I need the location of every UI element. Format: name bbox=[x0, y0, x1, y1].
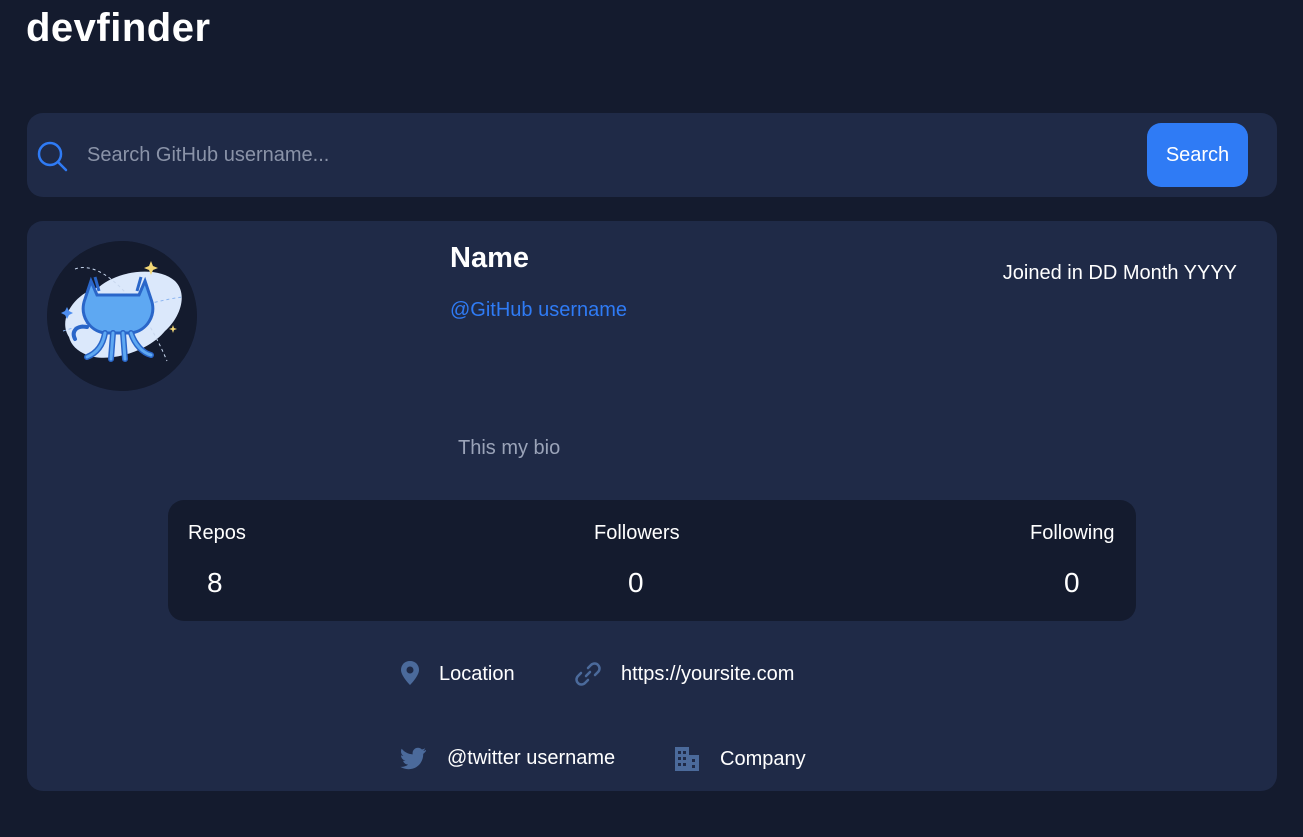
avatar bbox=[47, 241, 197, 391]
followers-value: 0 bbox=[628, 567, 644, 598]
octocat-avatar-icon bbox=[47, 241, 197, 391]
repos-value: 8 bbox=[207, 567, 223, 598]
search-icon bbox=[37, 141, 68, 172]
joined-date: Joined in DD Month YYYY bbox=[1002, 262, 1237, 284]
building-icon bbox=[675, 747, 699, 771]
profile-name: Name bbox=[450, 242, 529, 274]
stats-box bbox=[168, 500, 1136, 621]
twitter-icon bbox=[400, 747, 426, 770]
location-pin-icon bbox=[401, 661, 419, 685]
location-text: Location bbox=[439, 663, 515, 685]
blog-link[interactable]: https://yoursite.com bbox=[621, 663, 794, 686]
app-title: devfinder bbox=[26, 6, 211, 50]
search-button[interactable]: Search bbox=[1147, 123, 1248, 187]
profile-login-link[interactable]: @GitHub username bbox=[450, 299, 627, 322]
search-input[interactable] bbox=[87, 136, 1127, 174]
following-label: Following bbox=[1030, 522, 1115, 544]
followers-label: Followers bbox=[594, 522, 680, 544]
company-text: Company bbox=[720, 748, 806, 770]
following-value: 0 bbox=[1064, 567, 1080, 598]
twitter-text[interactable]: @twitter username bbox=[447, 747, 615, 770]
profile-bio: This my bio bbox=[458, 437, 561, 459]
repos-label: Repos bbox=[188, 522, 246, 544]
link-icon bbox=[575, 662, 601, 686]
